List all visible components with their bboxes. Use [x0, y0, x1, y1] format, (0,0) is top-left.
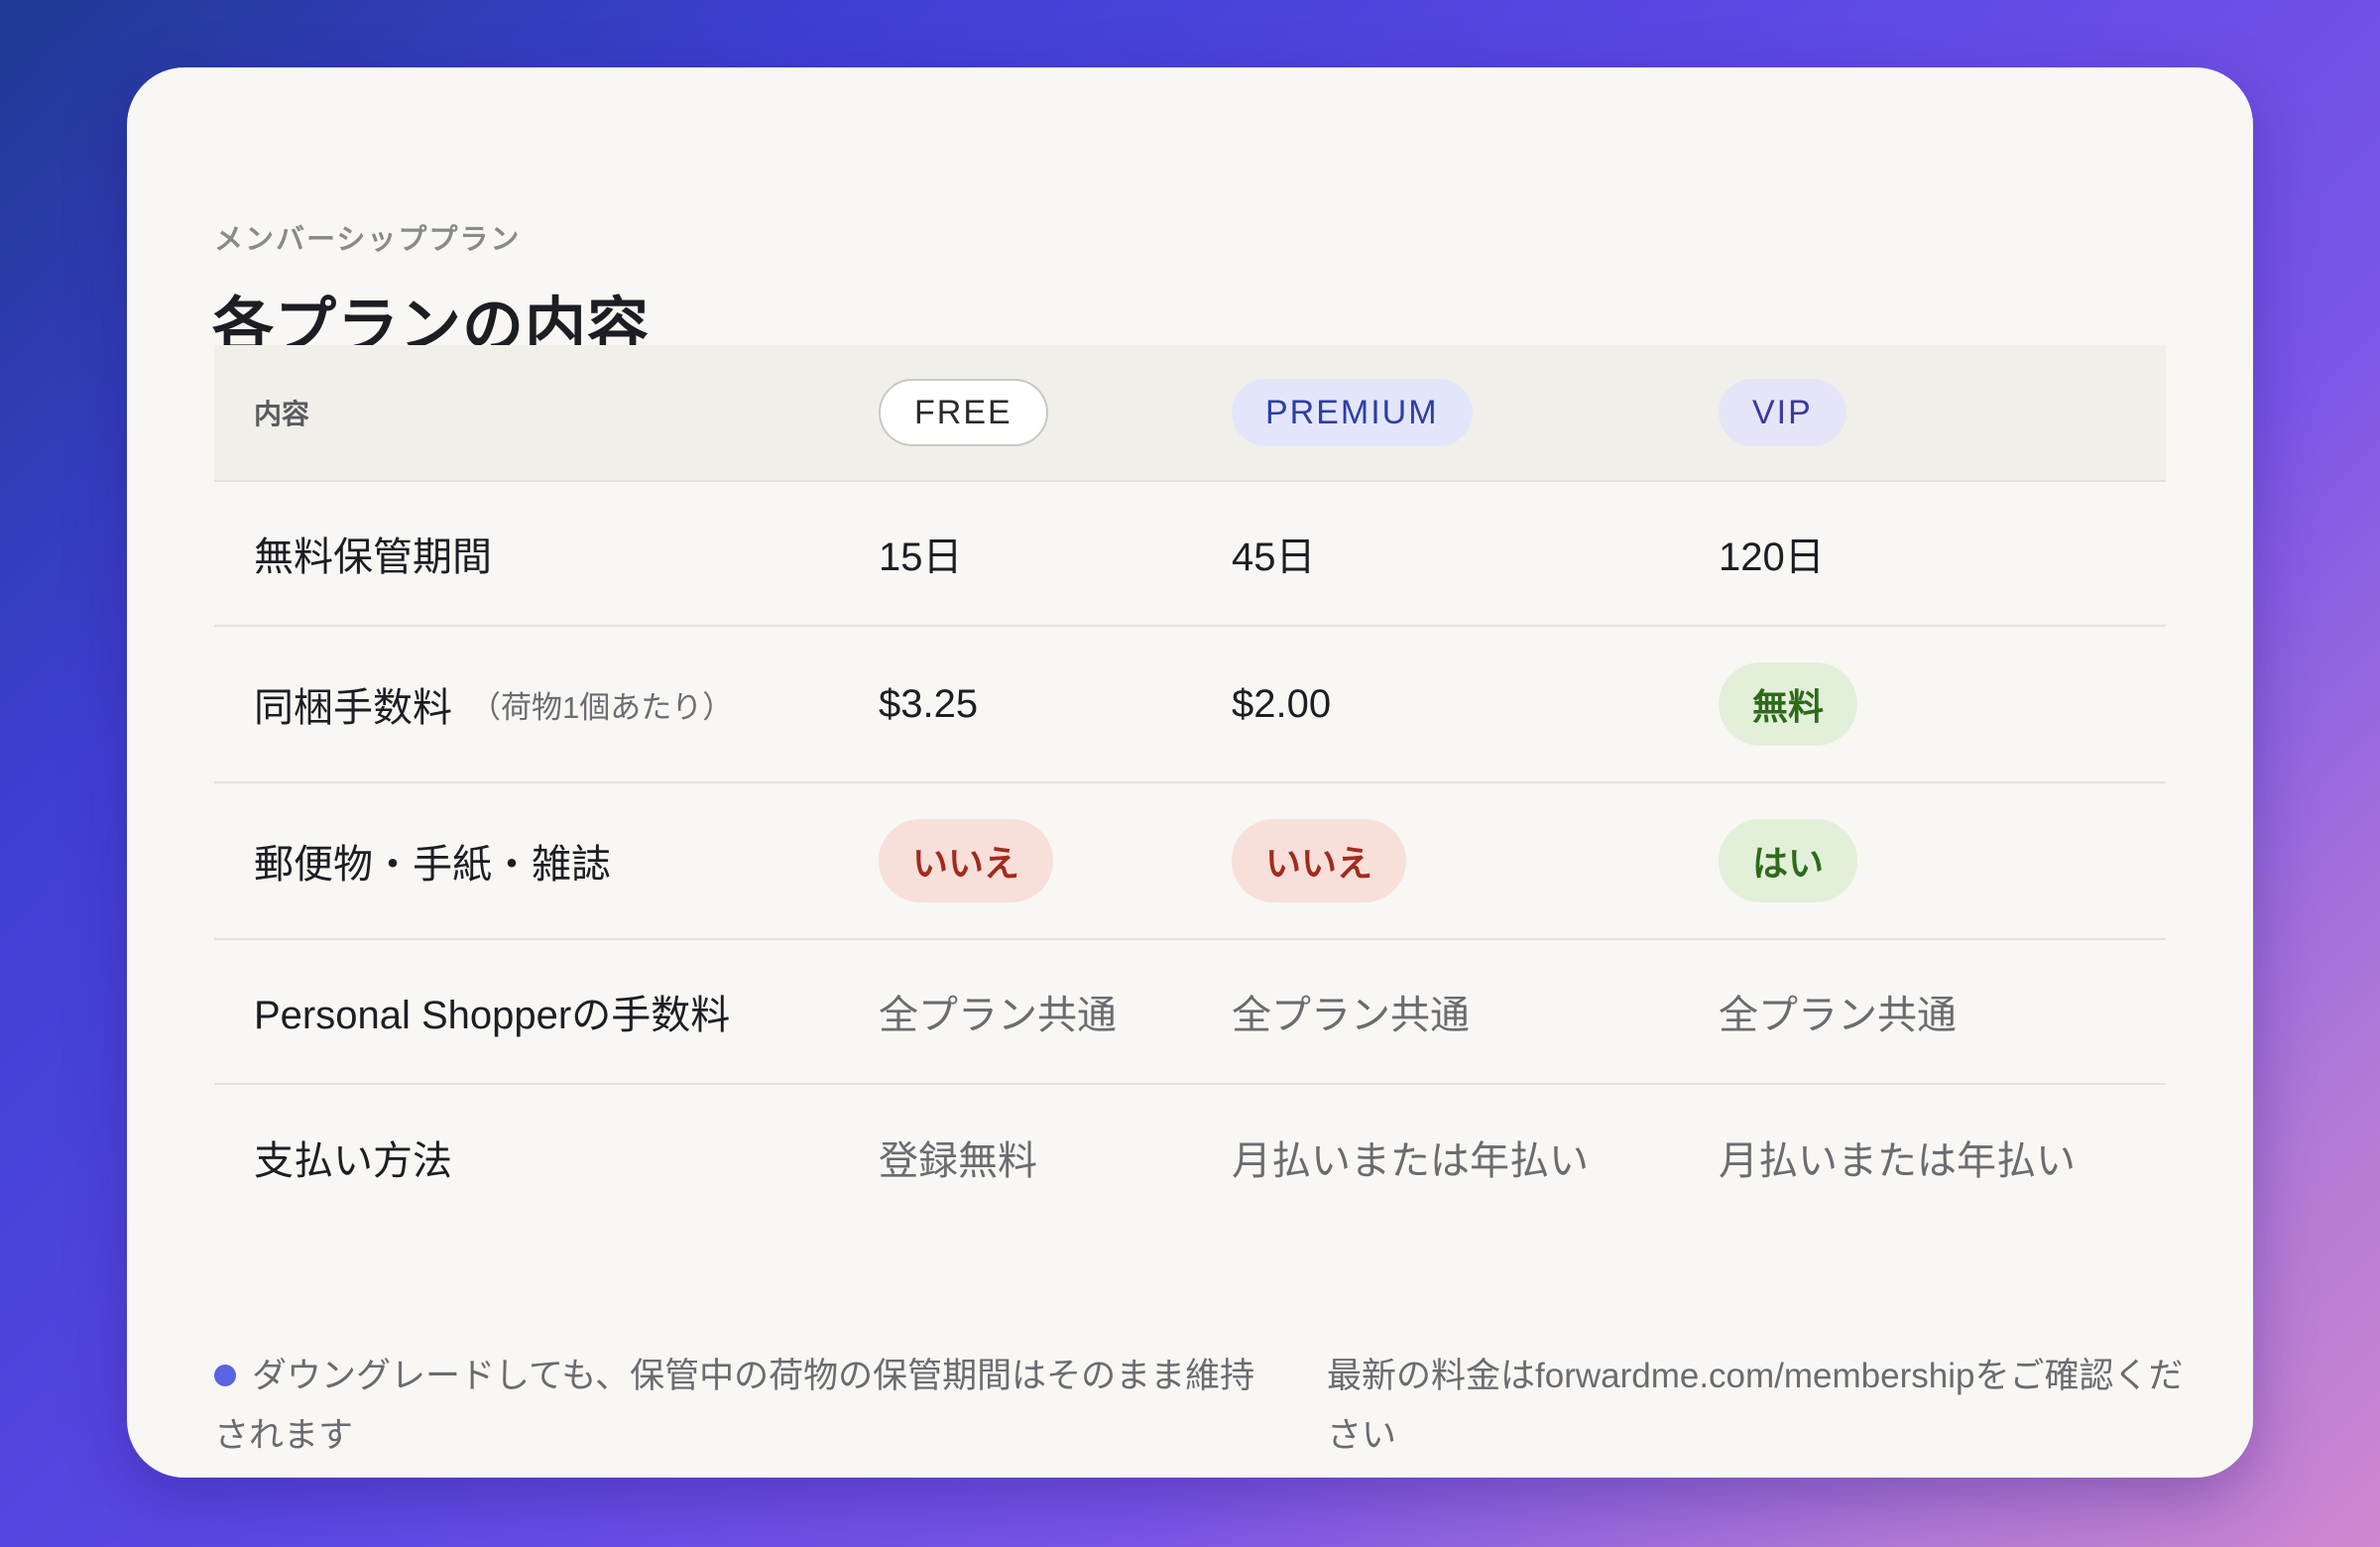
- bullet-dot-icon: [214, 1364, 236, 1386]
- value-text: 45日: [1232, 536, 1316, 579]
- header-cell-premium: PREMIUM: [1232, 345, 1698, 480]
- table-row-consolidation-fee: 同梱手数料 （荷物1個あたり） $3.25 $2.00 無料: [214, 627, 2166, 783]
- no-badge: いいえ: [1232, 819, 1407, 902]
- value-text: 120日: [1719, 536, 1825, 579]
- plan-pill-free: FREE: [879, 379, 1048, 446]
- row-label-cell: 同梱手数料 （荷物1個あたり）: [254, 627, 869, 781]
- header-cell-free: FREE: [879, 345, 1216, 480]
- eyebrow-label: メンバーシッププラン: [214, 224, 522, 256]
- value-text: 全プラン共通: [879, 994, 1117, 1037]
- value-text: $3.25: [879, 681, 979, 726]
- value-text: 全プラン共通: [1719, 994, 1957, 1037]
- table-row-payment: 支払い方法 登録無料 月払いまたは年払い 月払いまたは年払い: [214, 1085, 2166, 1230]
- value-cell-vip: 無料: [1719, 627, 2165, 781]
- table-row-mail: 郵便物・手紙・雑誌 いいえ いいえ はい: [214, 783, 2166, 940]
- value-cell-vip: 全プラン共通: [1719, 940, 2165, 1083]
- footer-note-right-text: 最新の料金はforwardme.com/membershipをご確認ください: [1327, 1357, 2184, 1455]
- plan-pill-vip: VIP: [1719, 379, 1846, 446]
- value-text: 全プラン共通: [1232, 994, 1470, 1037]
- value-text: 15日: [879, 536, 963, 579]
- value-cell-free: 15日: [879, 482, 1216, 625]
- value-cell-premium: 全プラン共通: [1232, 940, 1698, 1083]
- value-cell-vip: 月払いまたは年払い: [1719, 1085, 2165, 1230]
- row-label: 無料保管期間: [254, 536, 492, 579]
- no-badge: いいえ: [879, 819, 1054, 902]
- row-label: 郵便物・手紙・雑誌: [254, 843, 611, 887]
- header-cell-vip: VIP: [1719, 345, 2165, 480]
- value-cell-premium: いいえ: [1232, 783, 1698, 938]
- table-header-row: 内容 FREE PREMIUM VIP: [214, 345, 2166, 482]
- value-text: 登録無料: [879, 1139, 1037, 1183]
- value-cell-premium: $2.00: [1232, 627, 1698, 781]
- value-cell-free: $3.25: [879, 627, 1216, 781]
- value-cell-free: 全プラン共通: [879, 940, 1216, 1083]
- value-cell-vip: はい: [1719, 783, 2165, 938]
- yes-badge: はい: [1719, 819, 1858, 902]
- header-label: 内容: [254, 399, 310, 429]
- value-cell-premium: 45日: [1232, 482, 1698, 625]
- table-row-storage: 無料保管期間 15日 45日 120日: [214, 482, 2166, 627]
- footer-note-downgrade: ダウングレードしても、保管中の荷物の保管期間はそのまま維持されます: [214, 1347, 1265, 1466]
- plan-pill-premium: PREMIUM: [1232, 379, 1473, 446]
- row-sublabel: （荷物1個あたり）: [470, 689, 734, 725]
- row-label: Personal Shopperの手数料: [254, 994, 731, 1037]
- value-cell-free: いいえ: [879, 783, 1216, 938]
- footer-note-left-text: ダウングレードしても、保管中の荷物の保管期間はそのまま維持されます: [214, 1357, 1255, 1455]
- value-text: $2.00: [1232, 681, 1332, 726]
- row-label-cell: 無料保管期間: [254, 482, 869, 625]
- free-badge: 無料: [1719, 662, 1858, 746]
- row-label-cell: Personal Shopperの手数料: [254, 940, 869, 1083]
- row-label-cell: 支払い方法: [254, 1085, 869, 1230]
- footer-note-pricing: 最新の料金はforwardme.com/membershipをご確認ください: [1327, 1347, 2200, 1466]
- value-cell-premium: 月払いまたは年払い: [1232, 1085, 1698, 1230]
- value-cell-vip: 120日: [1719, 482, 2165, 625]
- table-row-personal-shopper: Personal Shopperの手数料 全プラン共通 全プラン共通 全プラン共…: [214, 940, 2166, 1085]
- row-label: 同梱手数料: [254, 686, 452, 730]
- value-text: 月払いまたは年払い: [1719, 1139, 2076, 1183]
- header-cell-content: 内容: [254, 345, 869, 480]
- value-cell-free: 登録無料: [879, 1085, 1216, 1230]
- value-text: 月払いまたは年払い: [1232, 1139, 1589, 1183]
- membership-card: メンバーシッププラン 各プランの内容 内容 FREE PREMIUM VIP 無…: [127, 67, 2253, 1478]
- row-label: 支払い方法: [254, 1139, 452, 1183]
- row-label-cell: 郵便物・手紙・雑誌: [254, 783, 869, 938]
